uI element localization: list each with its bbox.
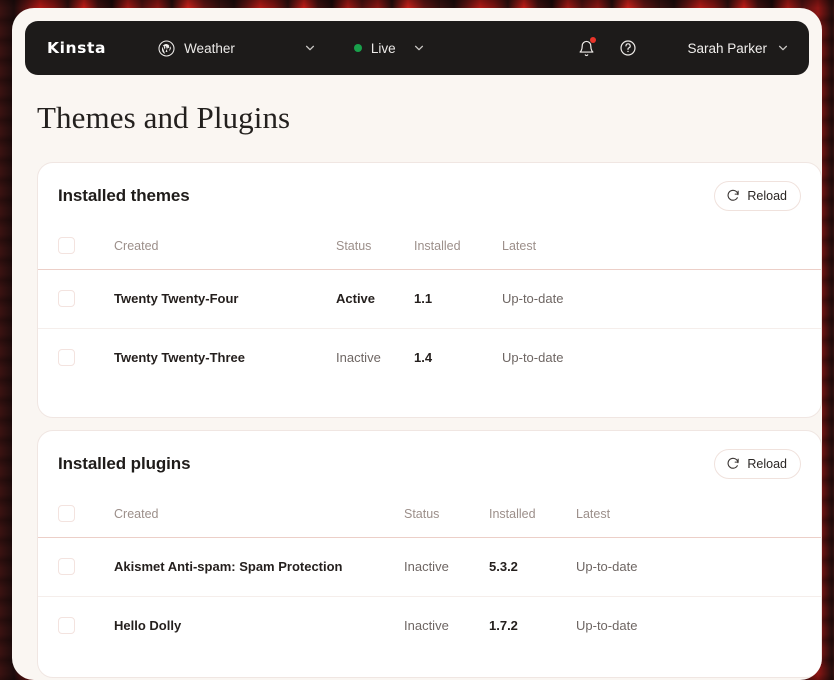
help-button[interactable] <box>615 35 641 61</box>
reload-plugins-button[interactable]: Reload <box>714 449 801 479</box>
table-header-row: Created Status Installed Latest <box>38 497 821 537</box>
reload-label: Reload <box>747 189 787 203</box>
plugin-installed: 1.7.2 <box>489 618 518 634</box>
site-selector[interactable]: Weather <box>158 39 316 57</box>
row-checkbox[interactable] <box>58 558 75 575</box>
plugin-latest: Up-to-date <box>576 618 638 634</box>
theme-name: Twenty Twenty-Three <box>114 350 245 366</box>
app-page: Kinsta Weather Live Sarah Parker Themes … <box>12 8 822 680</box>
table-header: Created Status Installed Latest <box>38 229 821 269</box>
plugin-latest: Up-to-date <box>576 559 638 574</box>
page-title: Themes and Plugins <box>37 100 291 135</box>
row-checkbox[interactable] <box>58 349 75 367</box>
installed-themes-card: Installed themes Reload Created Status I… <box>37 162 822 418</box>
row-select-cell <box>38 596 114 655</box>
table-header: Created Status Installed Latest <box>38 497 821 537</box>
reload-label: Reload <box>747 457 787 471</box>
plugin-name: Akismet Anti-spam: Spam Protection <box>114 559 343 574</box>
column-header-created[interactable]: Created <box>114 497 404 537</box>
select-all-checkbox[interactable] <box>58 505 75 523</box>
card-title: Installed themes <box>58 186 190 205</box>
column-header-created[interactable]: Created <box>114 229 336 269</box>
chevron-down-icon <box>777 42 789 54</box>
plugin-status: Inactive <box>404 618 449 634</box>
user-menu[interactable]: Sarah Parker <box>687 41 789 56</box>
column-header-latest[interactable]: Latest <box>576 497 821 537</box>
wordpress-icon <box>158 39 175 57</box>
live-status-dot <box>353 44 362 52</box>
column-header-installed[interactable]: Installed <box>414 229 502 269</box>
plugin-status: Inactive <box>404 559 449 574</box>
table-row[interactable]: Twenty Twenty-Three Inactive 1.4 Up-to-d… <box>38 328 821 387</box>
environment-selector[interactable]: Live <box>353 40 425 56</box>
themes-table: Created Status Installed Latest Twenty T… <box>38 229 821 387</box>
card-header: Installed themes Reload <box>38 163 821 229</box>
site-name: Weather <box>184 40 235 56</box>
refresh-icon <box>726 188 740 205</box>
theme-installed: 1.1 <box>414 291 433 306</box>
column-header-status[interactable]: Status <box>336 229 414 269</box>
row-select-cell <box>38 537 114 596</box>
kinsta-logo[interactable]: Kinsta <box>47 39 106 57</box>
column-header-status[interactable]: Status <box>404 497 489 537</box>
notifications-button[interactable] <box>573 35 599 61</box>
table-row[interactable]: Twenty Twenty-Four Active 1.1 Up-to-date <box>38 269 821 328</box>
row-checkbox[interactable] <box>58 290 75 307</box>
table-body: Twenty Twenty-Four Active 1.1 Up-to-date… <box>38 269 821 387</box>
installed-plugins-card: Installed plugins Reload Created Status … <box>37 430 822 678</box>
theme-latest: Up-to-date <box>502 291 564 306</box>
reload-themes-button[interactable]: Reload <box>714 181 801 211</box>
environment-label: Live <box>370 40 396 56</box>
theme-installed: 1.4 <box>414 350 433 366</box>
row-select-cell <box>38 328 114 387</box>
plugin-installed: 5.3.2 <box>489 559 518 574</box>
top-navbar: Kinsta Weather Live Sarah Parker <box>25 21 809 75</box>
row-select-cell <box>38 269 114 328</box>
theme-status: Inactive <box>336 350 381 366</box>
chevron-down-icon <box>413 42 425 54</box>
table-row[interactable]: Hello Dolly Inactive 1.7.2 Up-to-date <box>38 596 821 655</box>
card-title: Installed plugins <box>58 454 191 473</box>
card-header: Installed plugins Reload <box>38 431 821 497</box>
user-name: Sarah Parker <box>687 40 767 56</box>
column-header-latest[interactable]: Latest <box>502 229 821 269</box>
table-header-row: Created Status Installed Latest <box>38 229 821 269</box>
table-body: Akismet Anti-spam: Spam Protection Inact… <box>38 537 821 655</box>
table-row[interactable]: Akismet Anti-spam: Spam Protection Inact… <box>38 537 821 596</box>
refresh-icon <box>726 456 740 473</box>
plugin-name: Hello Dolly <box>114 618 182 634</box>
select-all-checkbox[interactable] <box>58 237 75 255</box>
select-all-header <box>38 229 114 269</box>
theme-latest: Up-to-date <box>502 350 564 366</box>
select-all-header <box>38 497 114 537</box>
row-checkbox[interactable] <box>58 617 75 635</box>
help-circle-icon <box>620 40 637 56</box>
notification-badge-dot <box>590 37 597 43</box>
column-header-installed[interactable]: Installed <box>489 497 576 537</box>
theme-name: Twenty Twenty-Four <box>114 291 239 306</box>
chevron-down-icon <box>304 42 316 54</box>
plugins-table: Created Status Installed Latest Akismet … <box>38 497 821 655</box>
theme-status: Active <box>336 291 376 306</box>
